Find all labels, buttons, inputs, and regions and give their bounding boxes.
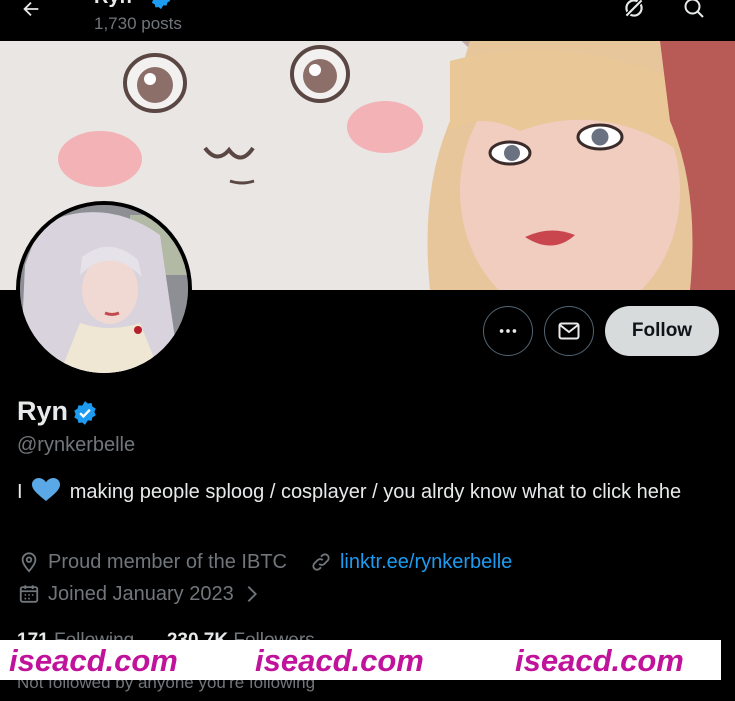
display-name: Ryn [17, 396, 69, 426]
back-button[interactable] [14, 0, 48, 26]
profile-joined-date: Joined January 2023 [48, 582, 234, 605]
profile-meta-row: Proud member of the IBTC linktr.ee/rynke… [17, 550, 512, 574]
avatar-image [20, 205, 188, 373]
follow-button[interactable]: Follow [605, 306, 719, 356]
watermark-banner: iseacd.com iseacd.com iseacd.com [0, 640, 721, 680]
watermark-text: iseacd.com [515, 643, 684, 678]
mail-icon [558, 322, 580, 340]
profile-bio: I making people sploog / cosplayer / you… [17, 478, 717, 510]
search-button[interactable] [678, 0, 710, 24]
verified-badge-icon[interactable] [72, 400, 98, 426]
verified-badge-icon [151, 0, 171, 10]
chevron-right-icon [240, 582, 264, 606]
arrow-left-icon [23, 1, 39, 17]
more-options-button[interactable] [483, 306, 533, 356]
bio-text: making people sploog / cosplayer / you a… [69, 481, 682, 503]
header-name: Ryn [94, 0, 132, 9]
watermark-text: iseacd.com [9, 643, 178, 678]
profile-website-link[interactable]: linktr.ee/rynkerbelle [340, 551, 512, 574]
grok-button[interactable] [618, 0, 650, 24]
profile-joined-row[interactable]: Joined January 2023 [17, 582, 271, 606]
bio-text-start: I [17, 481, 23, 503]
message-button[interactable] [544, 306, 594, 356]
profile-avatar[interactable] [16, 201, 192, 377]
watermark-text: iseacd.com [255, 643, 424, 678]
profile-handle: @rynkerbelle [17, 434, 136, 456]
grok-icon [623, 0, 645, 19]
link-icon [309, 550, 333, 574]
location-icon [17, 550, 41, 574]
profile-location: Proud member of the IBTC [48, 550, 287, 573]
more-icon [499, 329, 517, 333]
calendar-icon [17, 582, 41, 606]
header-post-count: 1,730 posts [94, 14, 182, 33]
blue-heart-icon [32, 478, 61, 510]
top-bar: Ryn 1,730 posts [0, 0, 735, 41]
search-icon [684, 0, 704, 18]
